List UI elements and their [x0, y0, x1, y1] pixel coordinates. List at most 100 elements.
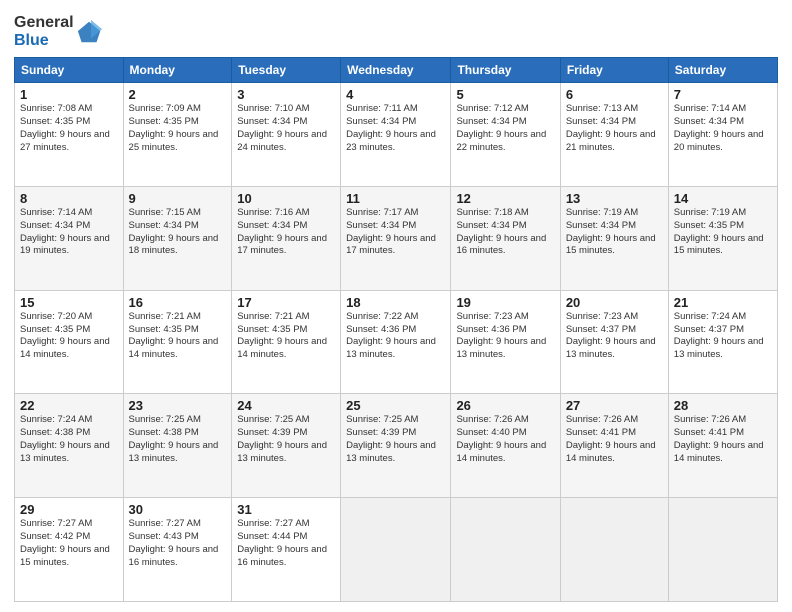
day-cell: [451, 498, 560, 602]
day-number: 2: [129, 87, 227, 102]
day-number: 12: [456, 191, 554, 206]
week-row-3: 15 Sunrise: 7:20 AM Sunset: 4:35 PM Dayl…: [15, 290, 778, 394]
weekday-thursday: Thursday: [451, 58, 560, 83]
day-cell: 30 Sunrise: 7:27 AM Sunset: 4:43 PM Dayl…: [123, 498, 232, 602]
day-cell: 1 Sunrise: 7:08 AM Sunset: 4:35 PM Dayli…: [15, 83, 124, 187]
day-number: 23: [129, 398, 227, 413]
day-info: Sunrise: 7:15 AM Sunset: 4:34 PM Dayligh…: [129, 207, 227, 258]
day-number: 20: [566, 295, 663, 310]
day-cell: [560, 498, 668, 602]
day-cell: 18 Sunrise: 7:22 AM Sunset: 4:36 PM Dayl…: [341, 290, 451, 394]
day-info: Sunrise: 7:17 AM Sunset: 4:34 PM Dayligh…: [346, 207, 445, 258]
day-number: 21: [674, 295, 772, 310]
day-cell: 22 Sunrise: 7:24 AM Sunset: 4:38 PM Dayl…: [15, 394, 124, 498]
day-cell: 31 Sunrise: 7:27 AM Sunset: 4:44 PM Dayl…: [232, 498, 341, 602]
day-info: Sunrise: 7:09 AM Sunset: 4:35 PM Dayligh…: [129, 103, 227, 154]
day-cell: 27 Sunrise: 7:26 AM Sunset: 4:41 PM Dayl…: [560, 394, 668, 498]
day-cell: 12 Sunrise: 7:18 AM Sunset: 4:34 PM Dayl…: [451, 186, 560, 290]
page: General Blue SundayMondayTuesdayWednesda…: [0, 0, 792, 612]
day-cell: 4 Sunrise: 7:11 AM Sunset: 4:34 PM Dayli…: [341, 83, 451, 187]
day-number: 19: [456, 295, 554, 310]
day-number: 22: [20, 398, 118, 413]
day-info: Sunrise: 7:18 AM Sunset: 4:34 PM Dayligh…: [456, 207, 554, 258]
day-cell: 2 Sunrise: 7:09 AM Sunset: 4:35 PM Dayli…: [123, 83, 232, 187]
day-cell: 3 Sunrise: 7:10 AM Sunset: 4:34 PM Dayli…: [232, 83, 341, 187]
day-info: Sunrise: 7:20 AM Sunset: 4:35 PM Dayligh…: [20, 311, 118, 362]
weekday-monday: Monday: [123, 58, 232, 83]
day-info: Sunrise: 7:10 AM Sunset: 4:34 PM Dayligh…: [237, 103, 335, 154]
day-info: Sunrise: 7:23 AM Sunset: 4:36 PM Dayligh…: [456, 311, 554, 362]
day-number: 13: [566, 191, 663, 206]
week-row-2: 8 Sunrise: 7:14 AM Sunset: 4:34 PM Dayli…: [15, 186, 778, 290]
day-cell: 26 Sunrise: 7:26 AM Sunset: 4:40 PM Dayl…: [451, 394, 560, 498]
day-number: 7: [674, 87, 772, 102]
day-number: 5: [456, 87, 554, 102]
day-cell: 24 Sunrise: 7:25 AM Sunset: 4:39 PM Dayl…: [232, 394, 341, 498]
day-cell: 17 Sunrise: 7:21 AM Sunset: 4:35 PM Dayl…: [232, 290, 341, 394]
day-cell: 7 Sunrise: 7:14 AM Sunset: 4:34 PM Dayli…: [668, 83, 777, 187]
day-number: 30: [129, 502, 227, 517]
calendar-body: 1 Sunrise: 7:08 AM Sunset: 4:35 PM Dayli…: [15, 83, 778, 602]
day-number: 1: [20, 87, 118, 102]
day-cell: 29 Sunrise: 7:27 AM Sunset: 4:42 PM Dayl…: [15, 498, 124, 602]
day-cell: 10 Sunrise: 7:16 AM Sunset: 4:34 PM Dayl…: [232, 186, 341, 290]
day-number: 28: [674, 398, 772, 413]
header: General Blue: [14, 10, 778, 49]
day-number: 18: [346, 295, 445, 310]
day-info: Sunrise: 7:23 AM Sunset: 4:37 PM Dayligh…: [566, 311, 663, 362]
day-cell: [341, 498, 451, 602]
day-info: Sunrise: 7:19 AM Sunset: 4:34 PM Dayligh…: [566, 207, 663, 258]
day-number: 26: [456, 398, 554, 413]
week-row-4: 22 Sunrise: 7:24 AM Sunset: 4:38 PM Dayl…: [15, 394, 778, 498]
day-info: Sunrise: 7:24 AM Sunset: 4:38 PM Dayligh…: [20, 414, 118, 465]
day-cell: 5 Sunrise: 7:12 AM Sunset: 4:34 PM Dayli…: [451, 83, 560, 187]
day-number: 24: [237, 398, 335, 413]
day-number: 3: [237, 87, 335, 102]
day-cell: 20 Sunrise: 7:23 AM Sunset: 4:37 PM Dayl…: [560, 290, 668, 394]
day-number: 6: [566, 87, 663, 102]
day-info: Sunrise: 7:25 AM Sunset: 4:39 PM Dayligh…: [346, 414, 445, 465]
day-info: Sunrise: 7:11 AM Sunset: 4:34 PM Dayligh…: [346, 103, 445, 154]
weekday-wednesday: Wednesday: [341, 58, 451, 83]
day-number: 27: [566, 398, 663, 413]
logo-icon: [76, 18, 104, 46]
day-cell: 28 Sunrise: 7:26 AM Sunset: 4:41 PM Dayl…: [668, 394, 777, 498]
weekday-friday: Friday: [560, 58, 668, 83]
day-cell: 21 Sunrise: 7:24 AM Sunset: 4:37 PM Dayl…: [668, 290, 777, 394]
day-info: Sunrise: 7:14 AM Sunset: 4:34 PM Dayligh…: [674, 103, 772, 154]
day-info: Sunrise: 7:24 AM Sunset: 4:37 PM Dayligh…: [674, 311, 772, 362]
logo-general: General: [14, 14, 74, 31]
day-info: Sunrise: 7:27 AM Sunset: 4:42 PM Dayligh…: [20, 518, 118, 569]
day-cell: 9 Sunrise: 7:15 AM Sunset: 4:34 PM Dayli…: [123, 186, 232, 290]
day-number: 4: [346, 87, 445, 102]
day-number: 31: [237, 502, 335, 517]
day-number: 25: [346, 398, 445, 413]
weekday-sunday: Sunday: [15, 58, 124, 83]
day-cell: 15 Sunrise: 7:20 AM Sunset: 4:35 PM Dayl…: [15, 290, 124, 394]
day-cell: [668, 498, 777, 602]
calendar-table: SundayMondayTuesdayWednesdayThursdayFrid…: [14, 57, 778, 602]
day-info: Sunrise: 7:25 AM Sunset: 4:38 PM Dayligh…: [129, 414, 227, 465]
day-info: Sunrise: 7:22 AM Sunset: 4:36 PM Dayligh…: [346, 311, 445, 362]
day-info: Sunrise: 7:21 AM Sunset: 4:35 PM Dayligh…: [129, 311, 227, 362]
day-info: Sunrise: 7:12 AM Sunset: 4:34 PM Dayligh…: [456, 103, 554, 154]
day-cell: 13 Sunrise: 7:19 AM Sunset: 4:34 PM Dayl…: [560, 186, 668, 290]
weekday-tuesday: Tuesday: [232, 58, 341, 83]
day-cell: 25 Sunrise: 7:25 AM Sunset: 4:39 PM Dayl…: [341, 394, 451, 498]
day-info: Sunrise: 7:08 AM Sunset: 4:35 PM Dayligh…: [20, 103, 118, 154]
day-number: 11: [346, 191, 445, 206]
weekday-header-row: SundayMondayTuesdayWednesdayThursdayFrid…: [15, 58, 778, 83]
day-number: 10: [237, 191, 335, 206]
day-number: 16: [129, 295, 227, 310]
day-info: Sunrise: 7:21 AM Sunset: 4:35 PM Dayligh…: [237, 311, 335, 362]
day-info: Sunrise: 7:27 AM Sunset: 4:44 PM Dayligh…: [237, 518, 335, 569]
day-number: 9: [129, 191, 227, 206]
day-info: Sunrise: 7:13 AM Sunset: 4:34 PM Dayligh…: [566, 103, 663, 154]
weekday-saturday: Saturday: [668, 58, 777, 83]
day-cell: 14 Sunrise: 7:19 AM Sunset: 4:35 PM Dayl…: [668, 186, 777, 290]
day-info: Sunrise: 7:19 AM Sunset: 4:35 PM Dayligh…: [674, 207, 772, 258]
day-number: 14: [674, 191, 772, 206]
day-info: Sunrise: 7:16 AM Sunset: 4:34 PM Dayligh…: [237, 207, 335, 258]
week-row-5: 29 Sunrise: 7:27 AM Sunset: 4:42 PM Dayl…: [15, 498, 778, 602]
day-cell: 19 Sunrise: 7:23 AM Sunset: 4:36 PM Dayl…: [451, 290, 560, 394]
